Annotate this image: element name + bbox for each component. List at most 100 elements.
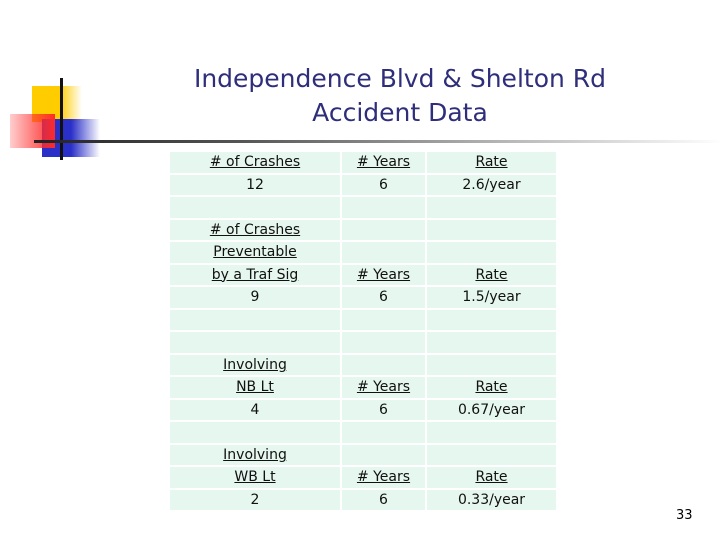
cell-text: Rate — [475, 154, 508, 171]
slide-title: Independence Blvd & Shelton Rd Accident … — [180, 62, 620, 130]
table-row: 2 6 0.33/year — [170, 489, 556, 510]
rate-cell: Rate — [427, 264, 556, 285]
crashes-cell — [170, 197, 340, 218]
rate-cell — [427, 309, 556, 330]
cell-text: 9 — [250, 289, 260, 306]
cell-text: # of Crashes — [209, 154, 301, 171]
years-cell — [342, 219, 425, 240]
table-row: # of Crashes — [170, 219, 556, 240]
years-cell: # Years — [342, 264, 425, 285]
cell-text: 6 — [379, 176, 388, 193]
cell-text: by a Traf Sig — [211, 266, 299, 283]
rate-cell: Rate — [427, 152, 556, 173]
years-cell: 6 — [342, 399, 425, 420]
years-cell: # Years — [342, 467, 425, 488]
crashes-cell: 9 — [170, 287, 340, 308]
years-cell — [342, 242, 425, 263]
cell-text: # Years — [356, 469, 411, 486]
rate-cell: 0.33/year — [427, 489, 556, 510]
page-number: 33 — [676, 508, 693, 523]
cell-text: # of Crashes — [209, 221, 301, 238]
table-row — [170, 197, 556, 218]
rate-cell: 1.5/year — [427, 287, 556, 308]
cell-text: 2.6/year — [462, 176, 521, 193]
table-row: WB Lt # Years Rate — [170, 467, 556, 488]
cell-text: Involving — [223, 356, 287, 373]
table-row: Preventable — [170, 242, 556, 263]
years-cell: # Years — [342, 152, 425, 173]
cell-text: Rate — [475, 469, 508, 486]
years-cell — [342, 309, 425, 330]
rate-cell — [427, 354, 556, 375]
crashes-cell: NB Lt — [170, 377, 340, 398]
table-row: Involving — [170, 444, 556, 465]
rate-cell: Rate — [427, 377, 556, 398]
crashes-cell: Involving — [170, 444, 340, 465]
crashes-cell: 2 — [170, 489, 340, 510]
years-cell: # Years — [342, 377, 425, 398]
cell-text: NB Lt — [236, 379, 274, 396]
table-row — [170, 309, 556, 330]
years-cell — [342, 444, 425, 465]
table-body: # of Crashes # Years Rate 12 6 2.6/year # of C… — [170, 152, 556, 510]
cell-text: # Years — [356, 266, 411, 283]
decorative-logo — [0, 0, 110, 170]
table-row: # of Crashes # Years Rate — [170, 152, 556, 173]
cell-text: 6 — [379, 491, 388, 508]
years-cell — [342, 332, 425, 353]
rate-cell — [427, 219, 556, 240]
crashes-cell: 12 — [170, 174, 340, 195]
rate-cell: Rate — [427, 467, 556, 488]
rate-cell — [427, 332, 556, 353]
title-line-1: Independence Blvd & Shelton Rd — [193, 64, 607, 93]
crashes-cell: # of Crashes — [170, 219, 340, 240]
cell-text: WB Lt — [234, 469, 276, 486]
cell-text: 4 — [250, 401, 260, 418]
cell-text: # Years — [356, 379, 411, 396]
crashes-cell: by a Traf Sig — [170, 264, 340, 285]
table-row: 12 6 2.6/year — [170, 174, 556, 195]
cell-text: 12 — [246, 176, 264, 193]
rate-cell — [427, 197, 556, 218]
cell-text: 1.5/year — [462, 289, 521, 306]
table-row: by a Traf Sig # Years Rate — [170, 264, 556, 285]
cell-text: 6 — [379, 401, 388, 418]
table-row: 9 6 1.5/year — [170, 287, 556, 308]
crashes-cell: Preventable — [170, 242, 340, 263]
vertical-line-decoration — [60, 78, 63, 160]
crashes-cell — [170, 332, 340, 353]
cell-text: # Years — [356, 154, 411, 171]
years-cell: 6 — [342, 287, 425, 308]
rate-cell — [427, 422, 556, 443]
years-cell: 6 — [342, 489, 425, 510]
rate-cell — [427, 242, 556, 263]
rate-cell — [427, 444, 556, 465]
title-divider — [34, 140, 720, 143]
accident-data-table: # of Crashes # Years Rate 12 6 2.6/year # of C… — [168, 150, 558, 512]
crashes-cell: Involving — [170, 354, 340, 375]
cell-text: 6 — [379, 289, 388, 306]
table-row — [170, 332, 556, 353]
cell-text: Rate — [475, 379, 508, 396]
table-row: NB Lt # Years Rate — [170, 377, 556, 398]
crashes-cell: 4 — [170, 399, 340, 420]
crashes-cell — [170, 309, 340, 330]
cell-text: 2 — [250, 491, 260, 508]
crashes-cell: WB Lt — [170, 467, 340, 488]
years-cell — [342, 422, 425, 443]
years-cell — [342, 197, 425, 218]
table-row: 4 6 0.67/year — [170, 399, 556, 420]
years-cell: 6 — [342, 174, 425, 195]
years-cell — [342, 354, 425, 375]
cell-text: Involving — [223, 446, 287, 463]
crashes-cell: # of Crashes — [170, 152, 340, 173]
table-row — [170, 422, 556, 443]
cell-text: 0.67/year — [457, 401, 526, 418]
crashes-cell — [170, 422, 340, 443]
cell-text: 0.33/year — [457, 491, 526, 508]
cell-text: Rate — [475, 266, 508, 283]
title-line-2: Accident Data — [312, 98, 488, 127]
cell-text: Preventable — [213, 244, 297, 261]
rate-cell: 0.67/year — [427, 399, 556, 420]
rate-cell: 2.6/year — [427, 174, 556, 195]
